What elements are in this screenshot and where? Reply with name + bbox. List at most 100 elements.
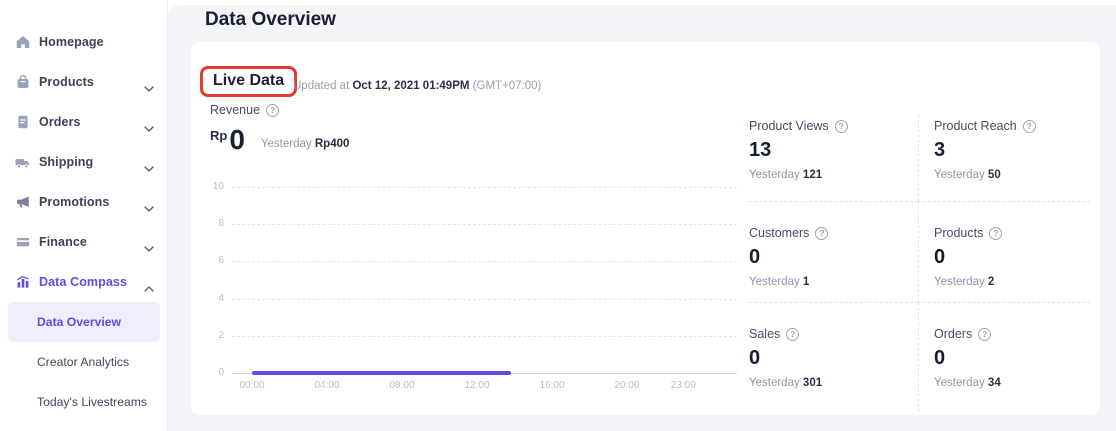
megaphone-icon [14,194,31,211]
revenue-line-chart: 108642000:0004:0008:0012:0016:0020:0023:… [190,187,750,402]
order-document-icon [14,114,31,131]
bar-chart-icon [14,274,31,291]
x-axis-tick: 04:00 [297,380,357,391]
yesterday-label: Yesterday [749,276,803,288]
y-axis-tick: 2 [190,330,224,341]
yesterday-value: 50 [988,169,1001,181]
help-icon[interactable]: ? [815,227,828,240]
yesterday-label: Yesterday [934,169,988,181]
yesterday-value: 2 [988,276,994,288]
help-icon[interactable]: ? [835,120,848,133]
yesterday-label: Yesterday [749,169,803,181]
x-axis-tick: 08:00 [372,380,432,391]
updated-prefix: Updated at [293,80,349,92]
revenue-label: Revenue [210,103,260,117]
x-axis-tick: 16:00 [522,380,582,391]
stat-value: 3 [934,139,1090,162]
subitem-label: Today's Livestreams [37,395,147,409]
help-icon[interactable]: ? [266,104,279,117]
live-data-annotation-box: Live Data [200,66,297,97]
content-panel: Data Overview Live Data Updated at Oct 1… [168,5,1116,431]
stat-value: 0 [934,246,1090,269]
stat-label: Sales [749,327,780,341]
gridline-y4 [232,299,737,300]
yesterday-value: 121 [803,169,822,181]
sidebar: Homepage Products Orders Shipping [0,0,168,431]
gridline-y8 [232,224,737,225]
y-axis-tick: 6 [190,255,224,266]
stat-value: 0 [749,246,918,269]
x-axis-tick: 20:00 [597,380,657,391]
stat-label: Orders [934,327,972,341]
chevron-up-icon [144,279,154,297]
help-icon[interactable]: ? [989,227,1002,240]
stat-cell-orders: Orders? 0 Yesterday 34 [918,302,1090,412]
sidebar-item-label: Products [39,75,94,89]
revenue-currency: Rp [210,126,227,143]
stat-yesterday: Yesterday 34 [934,377,1090,389]
x-axis-tick: 23:00 [653,380,713,391]
stat-yesterday: Yesterday 121 [749,169,918,181]
stat-label: Product Reach [934,119,1017,133]
sidebar-item-shipping[interactable]: Shipping [0,142,167,182]
live-data-card: Live Data Updated at Oct 12, 2021 01:49P… [190,42,1100,415]
yesterday-value: 1 [803,276,809,288]
help-icon[interactable]: ? [1023,120,1036,133]
sidebar-item-promotions[interactable]: Promotions [0,182,167,222]
y-axis-tick: 0 [190,367,224,378]
yesterday-label: Yesterday [934,377,988,389]
x-axis-tick: 00:00 [222,380,282,391]
stat-yesterday: Yesterday 1 [749,276,918,288]
sidebar-nav: Homepage Products Orders Shipping [0,22,167,422]
sidebar-item-orders[interactable]: Orders [0,102,167,142]
yesterday-value: 301 [803,377,822,389]
updated-at-text: Updated at Oct 12, 2021 01:49PM (GMT+07:… [293,80,541,92]
chevron-down-icon [144,79,154,97]
live-data-title: Live Data [213,72,284,89]
stats-grid: Product Views?13Yesterday 121Product Rea… [749,115,1090,412]
yesterday-label: Yesterday [934,276,988,288]
stat-value: 0 [934,347,1090,370]
stat-value: 0 [749,347,918,370]
updated-timezone: (GMT+07:00) [473,80,542,92]
revenue-label-row: Revenue ? [210,103,279,117]
stat-cell-products: Products?0Yesterday 2 [918,201,1090,302]
y-axis-tick: 8 [190,218,224,229]
chevron-down-icon [144,199,154,217]
yesterday-value: 34 [988,377,1001,389]
yesterday-value: Rp400 [315,138,350,150]
y-axis-tick: 10 [190,181,224,192]
help-icon[interactable]: ? [978,328,991,341]
y-axis-tick: 4 [190,293,224,304]
revenue-value-row: Rp 0 Yesterday Rp400 [210,126,349,154]
x-axis-tick: 12:00 [447,380,507,391]
chevron-down-icon [144,159,154,177]
sidebar-subitem-todays-livestreams[interactable]: Today's Livestreams [0,382,167,422]
credit-card-icon [14,234,31,251]
stat-cell-product-views: Product Views?13Yesterday 121 [749,115,918,201]
sidebar-item-label: Promotions [39,195,109,209]
revenue-value: 0 [229,126,245,154]
gridline-y6 [232,261,737,262]
yesterday-label: Yesterday [261,138,312,150]
stat-label: Customers [749,226,809,240]
help-icon[interactable]: ? [786,328,799,341]
chevron-down-icon [144,239,154,257]
gridline-y10 [232,187,737,188]
updated-time: Oct 12, 2021 01:49PM [352,80,469,92]
sidebar-item-label: Shipping [39,155,93,169]
sidebar-subitem-data-overview[interactable]: Data Overview [8,302,160,342]
revenue-series-line [252,371,511,375]
stat-cell-product-reach: Product Reach? 3 Yesterday 50 [918,115,1090,201]
sidebar-item-label: Homepage [39,35,104,49]
sidebar-item-label: Finance [39,235,87,249]
sidebar-item-products[interactable]: Products [0,62,167,102]
truck-icon [14,154,31,171]
sidebar-subitem-creator-analytics[interactable]: Creator Analytics [0,342,167,382]
sidebar-item-homepage[interactable]: Homepage [0,22,167,62]
revenue-yesterday: Yesterday Rp400 [261,138,349,150]
stat-cell-sales: Sales?0Yesterday 301 [749,302,918,412]
sidebar-item-data-compass[interactable]: Data Compass [0,262,167,302]
chevron-down-icon [144,119,154,137]
sidebar-item-finance[interactable]: Finance [0,222,167,262]
